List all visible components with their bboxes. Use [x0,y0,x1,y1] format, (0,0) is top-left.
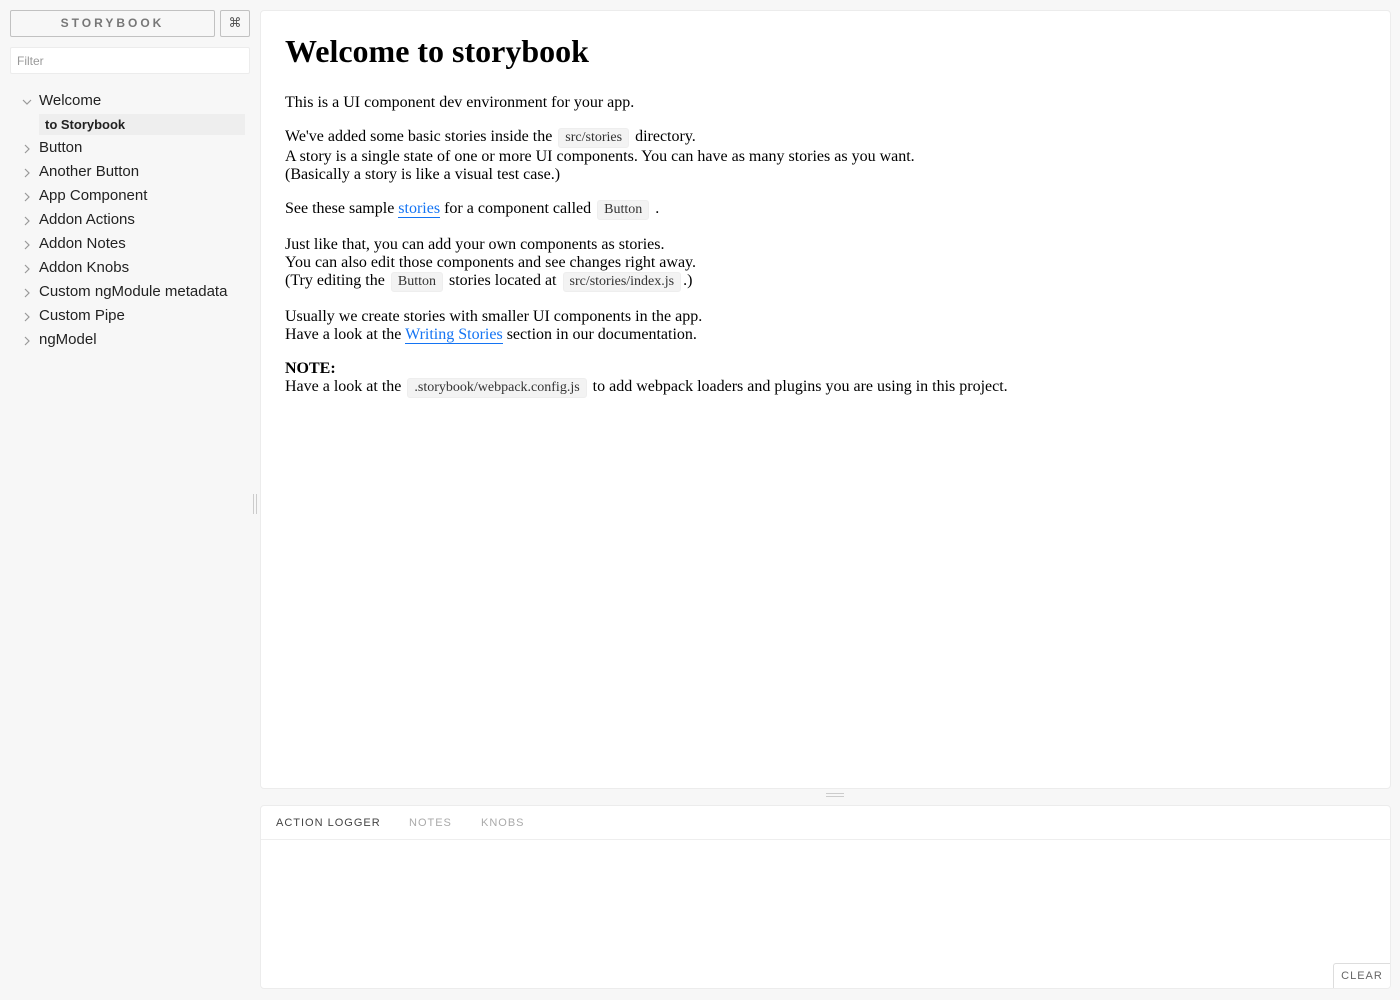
writing-stories-link[interactable]: Writing Stories [405,326,503,344]
writing-stories-paragraph: Usually we create stories with smaller U… [285,308,1370,344]
sidebar-item-custom-ngmodule-metadata[interactable]: Custom ngModule metadata [0,280,255,304]
brand-row: STORYBOOK ⌘ [10,10,250,37]
text: Have a look at the [285,326,402,343]
sidebar-item-welcome[interactable]: Welcome [0,89,255,113]
sidebar-item-label: Welcome [39,92,102,109]
code-button: Button [597,200,650,220]
addon-panel: Action Logger Notes Knobs CLEAR [260,805,1391,989]
text: (Try editing the [285,272,385,289]
filter-input[interactable] [10,47,250,74]
sidebar-item-label: Another Button [39,163,140,180]
text: You can also edit those components and s… [285,254,697,271]
sidebar-item-label: Addon Actions [39,211,135,228]
command-icon: ⌘ [228,16,242,31]
text: See these sample [285,200,395,217]
text: to add webpack loaders and plugins you a… [592,378,1008,395]
welcome-document: Welcome to storybook This is a UI compon… [285,11,1370,398]
text: Usually we create stories with smaller U… [285,308,703,325]
text: Just like that, you can add your own com… [285,236,665,253]
chevron-right-icon [21,136,33,160]
clear-button[interactable]: CLEAR [1333,963,1390,988]
addon-tabs: Action Logger Notes Knobs [261,806,1390,840]
sidebar-item-ngmodel[interactable]: ngModel [0,328,255,352]
tab-knobs[interactable]: Knobs [481,806,525,840]
stories-link[interactable]: stories [398,200,441,218]
storybook-app: STORYBOOK ⌘ Welcome to Storybook Button Ano… [0,0,1400,1000]
text: for a component called [444,200,592,217]
page-title: Welcome to storybook [285,33,589,69]
chevron-right-icon [21,280,33,304]
code-webpack-config: .storybook/webpack.config.js [407,378,587,398]
sidebar-item-label: Button [39,139,83,156]
sidebar-item-addon-notes[interactable]: Addon Notes [0,232,255,256]
chevron-right-icon [21,160,33,184]
text: Have a look at the [285,378,402,395]
note-paragraph: NOTE: Have a look at the .storybook/webp… [285,360,1370,398]
storybook-brand-button[interactable]: STORYBOOK [10,10,215,37]
sidebar-item-button[interactable]: Button [0,136,255,160]
text: We've added some basic stories inside th… [285,128,553,145]
code-button: Button [390,272,443,292]
text: (Basically a story is like a visual test… [285,166,561,183]
code-index-js: src/stories/index.js [562,272,682,292]
chevron-right-icon [21,304,33,328]
sidebar-item-label: Custom ngModule metadata [39,283,228,300]
text: section in our documentation. [506,326,697,343]
chevron-right-icon [21,184,33,208]
sidebar-item-label: Custom Pipe [39,307,125,324]
sidebar-item-label: App Component [39,187,148,204]
sidebar-resize-handle[interactable] [253,494,257,514]
chevron-down-icon [21,89,33,113]
sidebar-item-another-button[interactable]: Another Button [0,160,255,184]
chevron-right-icon [21,232,33,256]
chevron-right-icon [21,208,33,232]
tab-action-logger[interactable]: Action Logger [276,806,381,840]
sidebar: STORYBOOK ⌘ Welcome to Storybook Button Ano… [0,0,255,1000]
chevron-right-icon [21,328,33,352]
sidebar-item-app-component[interactable]: App Component [0,184,255,208]
intro-paragraph: This is a UI component dev environment f… [285,94,635,111]
chevron-right-icon [21,256,33,280]
sidebar-item-label: ngModel [39,331,97,348]
keyboard-shortcuts-button[interactable]: ⌘ [220,10,250,37]
sidebar-item-label: Addon Notes [39,235,126,252]
text: .) [683,272,693,289]
code-src-stories: src/stories [558,128,630,148]
sidebar-item-label: Addon Knobs [39,259,130,276]
text: directory. [635,128,696,145]
sidebar-item-custom-pipe[interactable]: Custom Pipe [0,304,255,328]
tab-notes[interactable]: Notes [409,806,452,840]
preview-frame: Welcome to storybook This is a UI compon… [260,10,1391,789]
text: . [655,200,660,217]
story-item-selected[interactable]: to Storybook [39,114,245,135]
sidebar-item-addon-knobs[interactable]: Addon Knobs [0,256,255,280]
text: stories located at [448,272,557,289]
sidebar-item-addon-actions[interactable]: Addon Actions [0,208,255,232]
text: A story is a single state of one or more… [285,148,915,165]
stories-tree: Welcome to Storybook Button Another Button A… [0,89,255,352]
note-label: NOTE: [285,360,336,377]
add-components-paragraph: Just like that, you can add your own com… [285,236,1370,292]
stories-directory-paragraph: We've added some basic stories inside th… [285,128,1370,184]
panel-resize-handle[interactable] [826,793,844,797]
sample-stories-paragraph: See these sample stories for a component… [285,200,1370,220]
